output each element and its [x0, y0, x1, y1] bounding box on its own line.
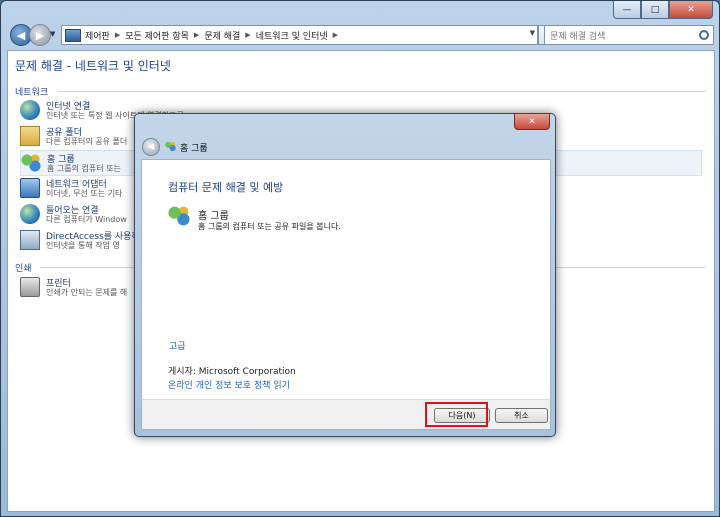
breadcrumb-separator-icon[interactable]: ▶ [115, 31, 120, 39]
search-icon[interactable] [699, 30, 709, 40]
printer-icon [20, 277, 40, 297]
homegroup-icon [165, 141, 176, 152]
caption-buttons: — □ ✕ [613, 1, 713, 19]
close-button[interactable]: ✕ [669, 1, 713, 19]
breadcrumb-all-items[interactable]: 모든 제어판 항목 [125, 29, 189, 42]
dialog-title: 홈 그룹 [180, 144, 208, 154]
breadcrumb-separator-icon[interactable]: ▶ [245, 31, 250, 39]
breadcrumb-network-internet[interactable]: 네트워크 및 인터넷 [256, 29, 328, 42]
homegroup-icon [21, 153, 41, 173]
recent-pages-dropdown-icon[interactable]: ▼ [50, 30, 55, 38]
option-title: 홈 그룹 [198, 211, 229, 222]
group-header-network: 네트워크 [15, 88, 49, 98]
item-desc: 이더넷, 무선 또는 기타 [46, 189, 123, 198]
navigation-bar: ◀ ▶ ▼ 제어판 ▶ 모든 제어판 항목 ▶ 문제 해결 ▶ 네트워크 및 인… [7, 23, 714, 47]
address-dropdown-icon[interactable]: ▼ [530, 29, 535, 37]
cancel-button[interactable]: 취소 [495, 408, 548, 423]
dialog-close-button[interactable]: ✕ [514, 114, 550, 130]
maximize-button[interactable]: □ [641, 1, 669, 19]
group-divider [58, 91, 706, 92]
homegroup-icon [168, 205, 190, 227]
dialog-heading: 컴퓨터 문제 해결 및 예방 [168, 181, 284, 194]
highlight-box [425, 402, 488, 427]
search-input[interactable]: 문제 해결 검색 [544, 25, 714, 45]
privacy-policy-link[interactable]: 온라인 개인 정보 보호 정책 읽기 [168, 378, 290, 391]
breadcrumb-control-panel[interactable]: 제어판 [85, 29, 110, 42]
breadcrumb-troubleshooting[interactable]: 문제 해결 [204, 29, 240, 42]
directaccess-icon [20, 230, 40, 250]
breadcrumb-separator-icon[interactable]: ▶ [194, 31, 199, 39]
minimize-button[interactable]: — [613, 1, 641, 19]
item-desc: 다른 컴퓨터가 Window [46, 215, 127, 224]
option-description: 홈 그룹의 컴퓨터 또는 공유 파일을 봅니다. [198, 222, 341, 231]
publisher-text: 게시자: Microsoft Corporation [168, 367, 296, 377]
breadcrumb-separator-icon[interactable]: ▶ [333, 31, 338, 39]
dialog-body: 컴퓨터 문제 해결 및 예방 홈 그룹 홈 그룹의 컴퓨터 또는 공유 파일을 … [141, 159, 551, 401]
dialog-back-button[interactable]: ◀ [142, 138, 160, 156]
globe-icon [20, 100, 40, 120]
incoming-connection-icon [20, 204, 40, 224]
address-bar[interactable]: 제어판 ▶ 모든 제어판 항목 ▶ 문제 해결 ▶ 네트워크 및 인터넷 ▶ ▼ [61, 25, 538, 45]
advanced-link[interactable]: 고급 [169, 339, 186, 352]
group-header-printing: 인쇄 [15, 264, 32, 274]
item-desc: 인터넷을 통해 작업 영 [46, 241, 120, 250]
search-placeholder: 문제 해결 검색 [550, 31, 606, 42]
control-panel-icon [65, 28, 81, 42]
item-desc: 홈 그룹의 컴퓨터 또는 [47, 164, 121, 173]
forward-button[interactable]: ▶ [29, 24, 51, 46]
network-adapter-icon [20, 178, 40, 198]
dialog-footer: 다음(N) 취소 [141, 399, 551, 430]
page-title: 문제 해결 - 네트워크 및 인터넷 [15, 59, 171, 73]
homegroup-troubleshooter-dialog: ✕ ◀ 홈 그룹 컴퓨터 문제 해결 및 예방 홈 그룹 홈 그룹의 컴퓨터 또… [134, 113, 556, 437]
item-desc: 인쇄가 안되는 문제를 해 [46, 288, 128, 297]
item-desc: 다른 컴퓨터의 공유 폴더 [46, 137, 128, 146]
folder-icon [20, 126, 40, 146]
